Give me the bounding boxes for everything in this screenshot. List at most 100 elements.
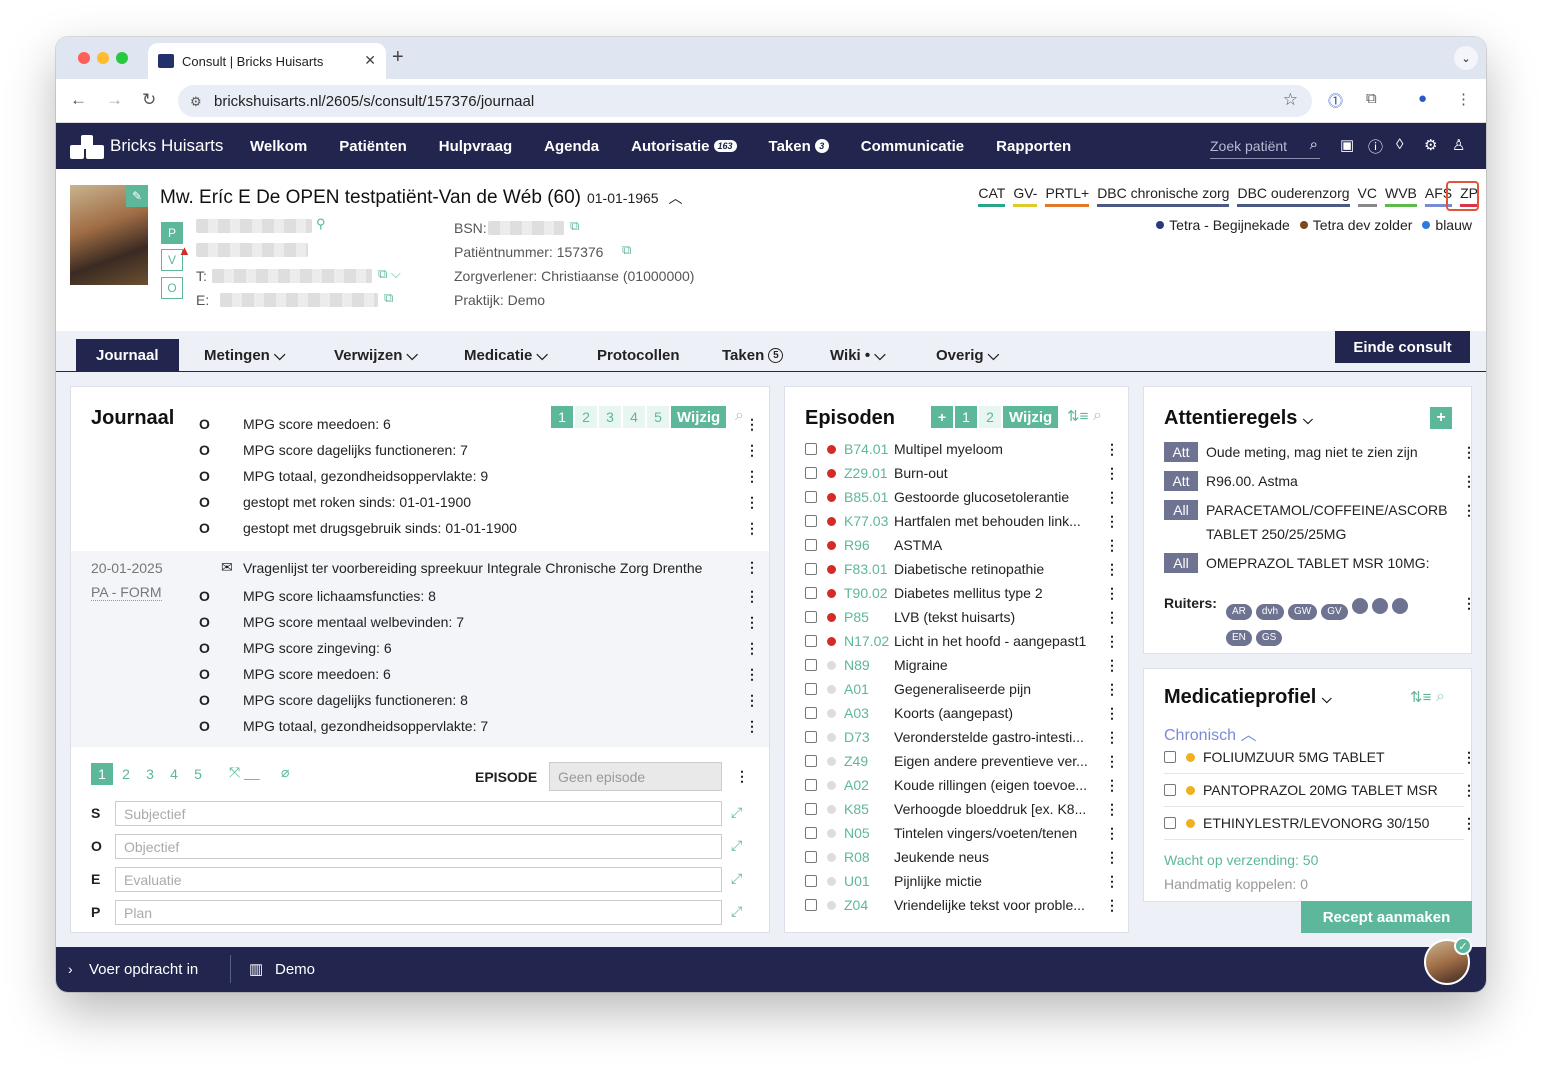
- episode-code[interactable]: A02: [844, 777, 894, 793]
- episode-code[interactable]: Z04: [844, 897, 894, 913]
- episode-row[interactable]: A01 Gegeneraliseerde pijn ⋮: [805, 677, 1125, 701]
- minimize-window-button[interactable]: [97, 52, 109, 64]
- episode-menu-icon[interactable]: ⋮: [1105, 681, 1119, 698]
- attentieregel-item[interactable]: AttR96.00. Astma⋮: [1164, 471, 1471, 497]
- episode-row[interactable]: D73 Veronderstelde gastro-intesti... ⋮: [805, 725, 1125, 749]
- episode-menu-icon[interactable]: ⋮: [1105, 753, 1119, 770]
- flag-wvb[interactable]: WVB: [1384, 185, 1417, 207]
- edit-photo-icon[interactable]: ✎: [126, 185, 148, 207]
- ruiter-pill[interactable]: [1371, 598, 1388, 614]
- episode-menu-icon[interactable]: ⋮: [1105, 633, 1119, 650]
- episode-menu-icon[interactable]: ⋮: [1105, 705, 1119, 722]
- add-episode-button[interactable]: +: [931, 406, 953, 428]
- ruiter-pill[interactable]: [1391, 598, 1408, 614]
- episode-row[interactable]: B85.01 Gestoorde glucosetolerantie ⋮: [805, 485, 1125, 509]
- attentieregel-menu-icon[interactable]: ⋮: [1462, 444, 1471, 461]
- journaal-line[interactable]: O MPG totaal, gezondheidsoppervlakte: 9 ⋮: [71, 463, 769, 489]
- episode-code[interactable]: N89: [844, 657, 894, 673]
- medicatieprofiel-title[interactable]: Medicatieprofiel ⌵: [1164, 686, 1332, 709]
- command-input[interactable]: Voer opdracht in: [89, 961, 198, 978]
- menu-patienten[interactable]: Patiënten: [339, 138, 407, 155]
- soep-menu-icon[interactable]: ⋮: [735, 768, 749, 785]
- episode-row[interactable]: A02 Koude rillingen (eigen toevoe... ⋮: [805, 773, 1125, 797]
- soep-page-2[interactable]: 2: [115, 763, 137, 785]
- location-item[interactable]: Tetra - Begijnekade: [1156, 217, 1290, 233]
- episode-row[interactable]: R08 Jeukende neus ⋮: [805, 845, 1125, 869]
- expand-field-icon[interactable]: ⤢: [731, 804, 742, 821]
- episode-select[interactable]: Geen episode: [549, 762, 722, 791]
- back-icon[interactable]: ←: [70, 90, 87, 110]
- medicatie-search-icon[interactable]: ⌕: [1436, 688, 1445, 706]
- episode-checkbox[interactable]: [805, 611, 817, 623]
- close-tab-icon[interactable]: ✕: [364, 52, 376, 69]
- episode-checkbox[interactable]: [805, 827, 817, 839]
- journaal-line[interactable]: O MPG score zingeving: 6 ⋮: [71, 635, 769, 661]
- episode-menu-icon[interactable]: ⋮: [1105, 441, 1119, 458]
- collapse-chevron-icon[interactable]: ︿: [665, 190, 682, 206]
- ruiter-pill[interactable]: GS: [1255, 630, 1283, 646]
- episode-checkbox[interactable]: [805, 539, 817, 551]
- episode-checkbox[interactable]: [805, 515, 817, 527]
- episoden-page-1[interactable]: 1: [955, 406, 977, 428]
- expand-field-icon[interactable]: ⤢: [731, 903, 742, 920]
- copy-patientnummer-icon[interactable]: ⧉: [622, 242, 631, 258]
- journaal-line[interactable]: O MPG totaal, gezondheidsoppervlakte: 7 ⋮: [71, 713, 769, 739]
- episode-row[interactable]: Z04 Vriendelijke tekst voor proble... ⋮: [805, 893, 1125, 917]
- episode-checkbox[interactable]: [805, 851, 817, 863]
- flag-vc[interactable]: VC: [1357, 185, 1377, 207]
- menu-taken[interactable]: Taken 3: [769, 138, 829, 155]
- menu-hulpvraag[interactable]: Hulpvraag: [439, 138, 512, 155]
- episode-menu-icon[interactable]: ⋮: [1105, 513, 1119, 530]
- url-field[interactable]: ⚙ brickshuisarts.nl/2605/s/consult/15737…: [178, 85, 1312, 117]
- medicatie-row[interactable]: ETHINYLESTR/LEVONORG 30/150 ⋮: [1164, 807, 1471, 840]
- episode-checkbox[interactable]: [805, 683, 817, 695]
- user-avatar[interactable]: ✓: [1424, 937, 1472, 985]
- browser-menu-icon[interactable]: ⋮: [1456, 90, 1471, 108]
- tab-journaal[interactable]: Journaal: [76, 339, 179, 372]
- menu-autorisatie[interactable]: Autorisatie 163: [631, 138, 737, 155]
- episode-code[interactable]: K77.03: [844, 513, 894, 529]
- soep-page-3[interactable]: 3: [139, 763, 161, 785]
- location-pin-icon[interactable]: ⚲: [316, 216, 326, 232]
- flag-gv-[interactable]: GV-: [1013, 185, 1038, 207]
- episode-row[interactable]: Z29.01 Burn-out ⋮: [805, 461, 1125, 485]
- episode-code[interactable]: A01: [844, 681, 894, 697]
- forward-icon[interactable]: →: [106, 90, 123, 110]
- medicatie-row[interactable]: FOLIUMZUUR 5MG TABLET ⋮: [1164, 741, 1471, 774]
- episode-code[interactable]: U01: [844, 873, 894, 889]
- journaal-line-menu-icon[interactable]: ⋮: [745, 468, 759, 485]
- episode-row[interactable]: P85 LVB (tekst huisarts) ⋮: [805, 605, 1125, 629]
- journaal-line-menu-icon[interactable]: ⋮: [745, 692, 759, 709]
- episode-checkbox[interactable]: [805, 587, 817, 599]
- episode-row[interactable]: Z49 Eigen andere preventieve ver... ⋮: [805, 749, 1125, 773]
- episode-checkbox[interactable]: [805, 659, 817, 671]
- episoden-search-icon[interactable]: ⌕: [1093, 407, 1102, 425]
- episode-code[interactable]: P85: [844, 609, 894, 625]
- location-item[interactable]: Tetra dev zolder: [1299, 217, 1412, 233]
- episode-code[interactable]: N17.02: [844, 633, 894, 649]
- soep-page-1[interactable]: 1: [91, 763, 113, 785]
- drop-icon[interactable]: ◊: [1396, 136, 1403, 153]
- episode-checkbox[interactable]: [805, 899, 817, 911]
- soep-evaluatie-input[interactable]: Evaluatie: [115, 867, 722, 892]
- soep-objectief-input[interactable]: Objectief: [115, 834, 722, 859]
- ruiter-pill[interactable]: GW: [1288, 604, 1318, 620]
- episode-menu-icon[interactable]: ⋮: [1105, 873, 1119, 890]
- episode-row[interactable]: B74.01 Multipel myeloom ⋮: [805, 437, 1125, 461]
- soep-plan-input[interactable]: Plan: [115, 900, 722, 925]
- journaal-line[interactable]: O MPG score dagelijks functioneren: 7 ⋮: [71, 437, 769, 463]
- copy-email-icon[interactable]: ⧉: [384, 290, 393, 306]
- journaal-line[interactable]: O MPG score mentaal welbevinden: 7 ⋮: [71, 609, 769, 635]
- medicatie-menu-icon[interactable]: ⋮: [1462, 782, 1471, 799]
- ruiter-pill[interactable]: AR: [1226, 604, 1252, 620]
- menu-rapporten[interactable]: Rapporten: [996, 138, 1071, 155]
- password-manager-icon[interactable]: ⓵: [1328, 90, 1343, 111]
- episode-menu-icon[interactable]: ⋮: [1105, 801, 1119, 818]
- episode-row[interactable]: N05 Tintelen vingers/voeten/tenen ⋮: [805, 821, 1125, 845]
- attentieregel-menu-icon[interactable]: ⋮: [1462, 473, 1471, 490]
- episode-menu-icon[interactable]: ⋮: [1105, 657, 1119, 674]
- location-item[interactable]: blauw: [1422, 217, 1472, 233]
- journaal-line[interactable]: Ogestopt met drugsgebruik sinds: 01-01-1…: [71, 515, 769, 541]
- profile-icon[interactable]: ●: [1418, 90, 1427, 107]
- brand-logo[interactable]: Bricks Huisarts: [70, 133, 223, 159]
